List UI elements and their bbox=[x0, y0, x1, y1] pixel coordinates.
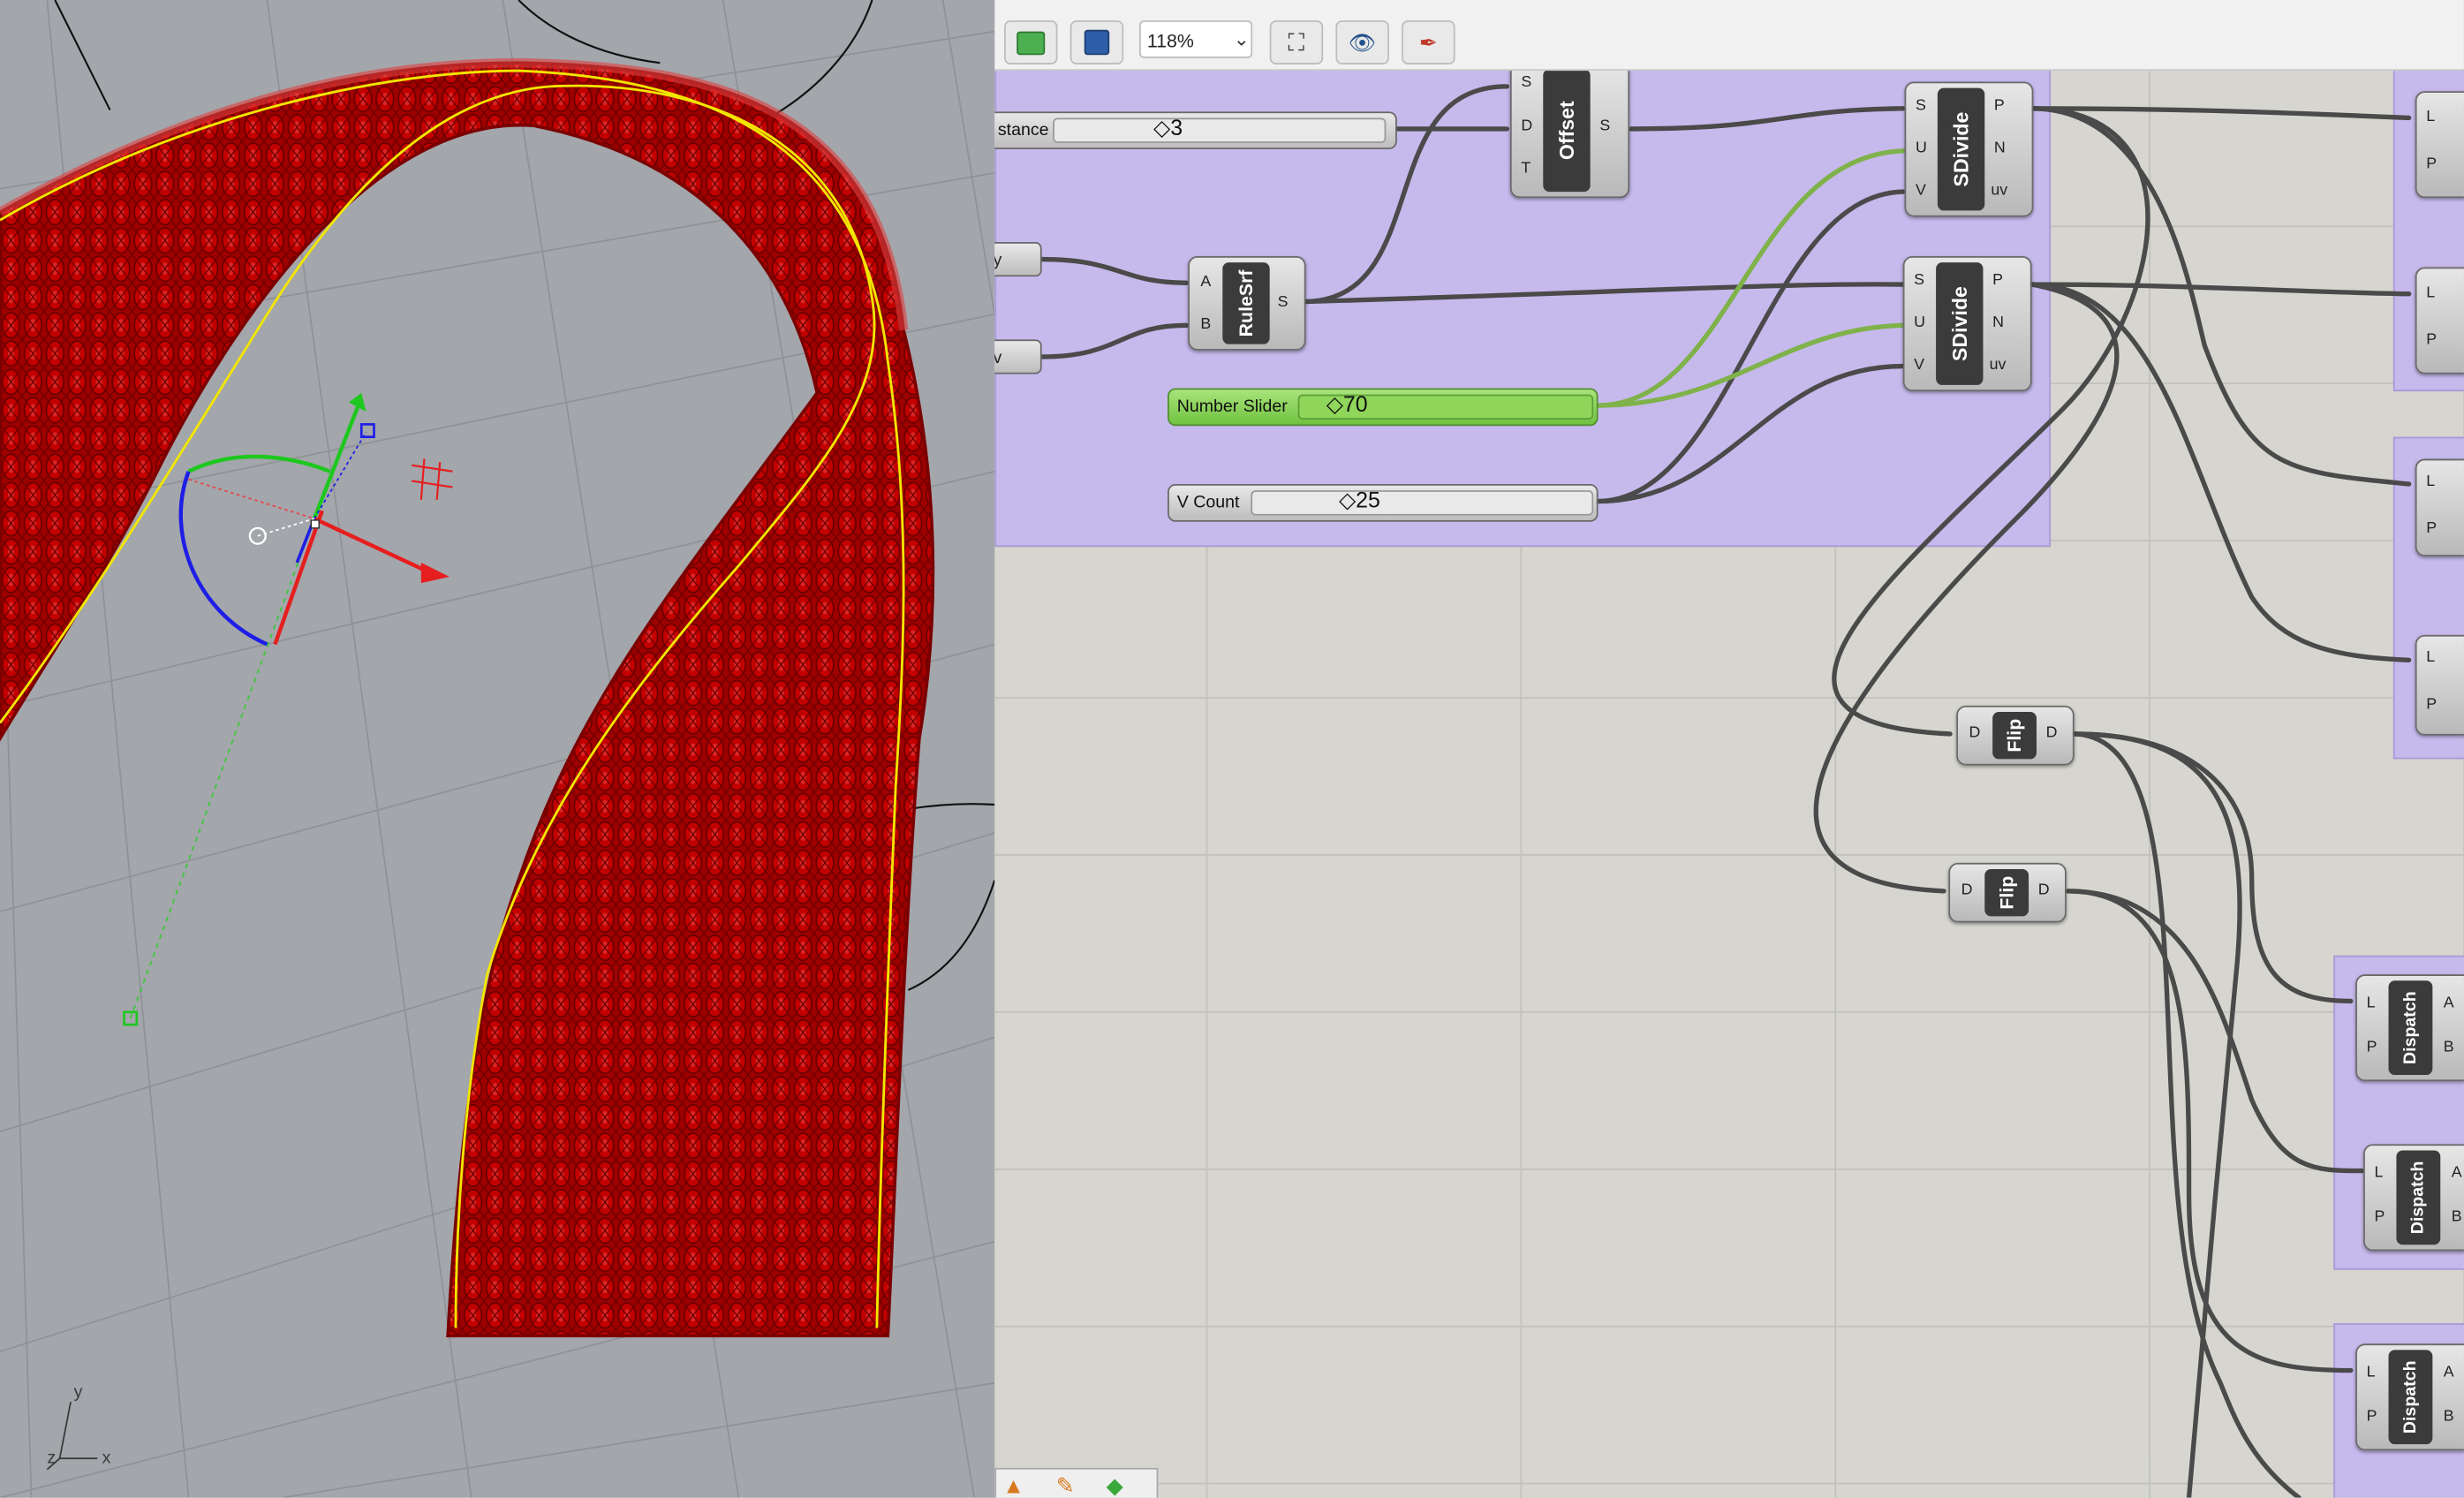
flip-component-1[interactable]: D Flip D bbox=[1956, 705, 2075, 766]
right-edge-component-2[interactable]: L P bbox=[2415, 267, 2464, 374]
flip-2-body: Flip bbox=[1984, 868, 2029, 917]
open-file-button[interactable] bbox=[1003, 20, 1058, 64]
viewport-scene bbox=[0, 0, 995, 1498]
sketch-pen-icon: ✒ bbox=[1418, 28, 1438, 55]
rhino-viewport[interactable]: y x z bbox=[0, 0, 995, 1498]
right-edge-component-4[interactable]: L P bbox=[2415, 634, 2464, 736]
number-slider-value: 70 bbox=[1342, 391, 1368, 417]
rulesrf-component[interactable]: A B RuleSrf S bbox=[1188, 256, 1306, 351]
grasshopper-canvas-window: stance ◇3 Number Slider ◇70 V Count ◇25 … bbox=[994, 0, 2464, 1498]
offset-component[interactable]: S D T Offset S bbox=[1509, 63, 1630, 199]
gumball-widget[interactable] bbox=[123, 392, 453, 1026]
input-param-stub-2[interactable]: v bbox=[994, 339, 1042, 374]
rulesrf-component-body: RuleSrf bbox=[1222, 262, 1270, 344]
number-slider[interactable]: Number Slider ◇70 bbox=[1168, 388, 1599, 427]
preview-eye-icon: 👁 bbox=[1348, 28, 1377, 55]
v-count-slider-value: 25 bbox=[1356, 487, 1380, 513]
flip-1-body: Flip bbox=[1992, 712, 2037, 760]
axis-x-label: x bbox=[102, 1449, 111, 1468]
right-edge-component-3[interactable]: L P bbox=[2415, 458, 2464, 556]
palette-icon-2[interactable]: ✎ bbox=[1056, 1472, 1075, 1497]
dispatch-component-3[interactable]: L P Dispatch A B bbox=[2355, 1343, 2464, 1451]
save-icon bbox=[1084, 29, 1110, 56]
palette-icon-3[interactable]: ◆ bbox=[1107, 1472, 1123, 1497]
dispatch-component-1[interactable]: L P Dispatch A B bbox=[2355, 974, 2464, 1082]
sdivide-2-body: SDivide bbox=[1936, 262, 1984, 385]
input-param-stub-1[interactable]: y bbox=[994, 242, 1042, 277]
distance-slider-rail[interactable] bbox=[1053, 117, 1387, 143]
dispatch-component-2[interactable]: L P Dispatch A B bbox=[2363, 1144, 2464, 1252]
distance-slider[interactable]: stance ◇3 bbox=[994, 111, 1397, 150]
zoom-extents-icon: ⛶ bbox=[1288, 28, 1305, 57]
zoom-extents-button[interactable]: ⛶ bbox=[1269, 20, 1324, 64]
sdivide-1-body: SDivide bbox=[1937, 87, 1985, 211]
dispatch-3-body: Dispatch bbox=[2388, 1350, 2433, 1445]
axis-y-label: y bbox=[73, 1382, 83, 1403]
wires bbox=[1039, 84, 2412, 1498]
dispatch-1-body: Dispatch bbox=[2388, 980, 2433, 1076]
preview-button[interactable]: 👁 bbox=[1335, 20, 1389, 64]
v-count-slider[interactable]: V Count ◇25 bbox=[1168, 484, 1599, 522]
axis-z-label: z bbox=[47, 1449, 57, 1468]
palette-icon-1[interactable]: ▲ bbox=[1002, 1472, 1024, 1497]
knit-mesh-band bbox=[0, 61, 935, 1338]
grasshopper-toolbar: 118% ⌄ ⛶ 👁 ✒ bbox=[994, 0, 2464, 72]
save-button[interactable] bbox=[1069, 20, 1124, 64]
flip-component-2[interactable]: D Flip D bbox=[1948, 862, 2067, 923]
sdivide-component-2[interactable]: S U V SDivide P N uv bbox=[1902, 256, 2032, 392]
sketch-button[interactable]: ✒ bbox=[1402, 20, 1455, 64]
sdivide-component-1[interactable]: S U V SDivide P N uv bbox=[1904, 81, 2034, 217]
v-count-slider-rail[interactable] bbox=[1251, 490, 1594, 516]
dispatch-2-body: Dispatch bbox=[2396, 1150, 2441, 1245]
chevron-down-icon[interactable]: ⌄ bbox=[1230, 20, 1252, 58]
offset-component-body: Offset bbox=[1543, 69, 1591, 193]
open-file-icon bbox=[1017, 30, 1046, 55]
widget-palette-strip[interactable]: ▲ ✎ ◆ bbox=[994, 1467, 1159, 1498]
distance-slider-value: 3 bbox=[1170, 114, 1183, 140]
right-edge-component-1[interactable]: L P bbox=[2415, 91, 2464, 199]
